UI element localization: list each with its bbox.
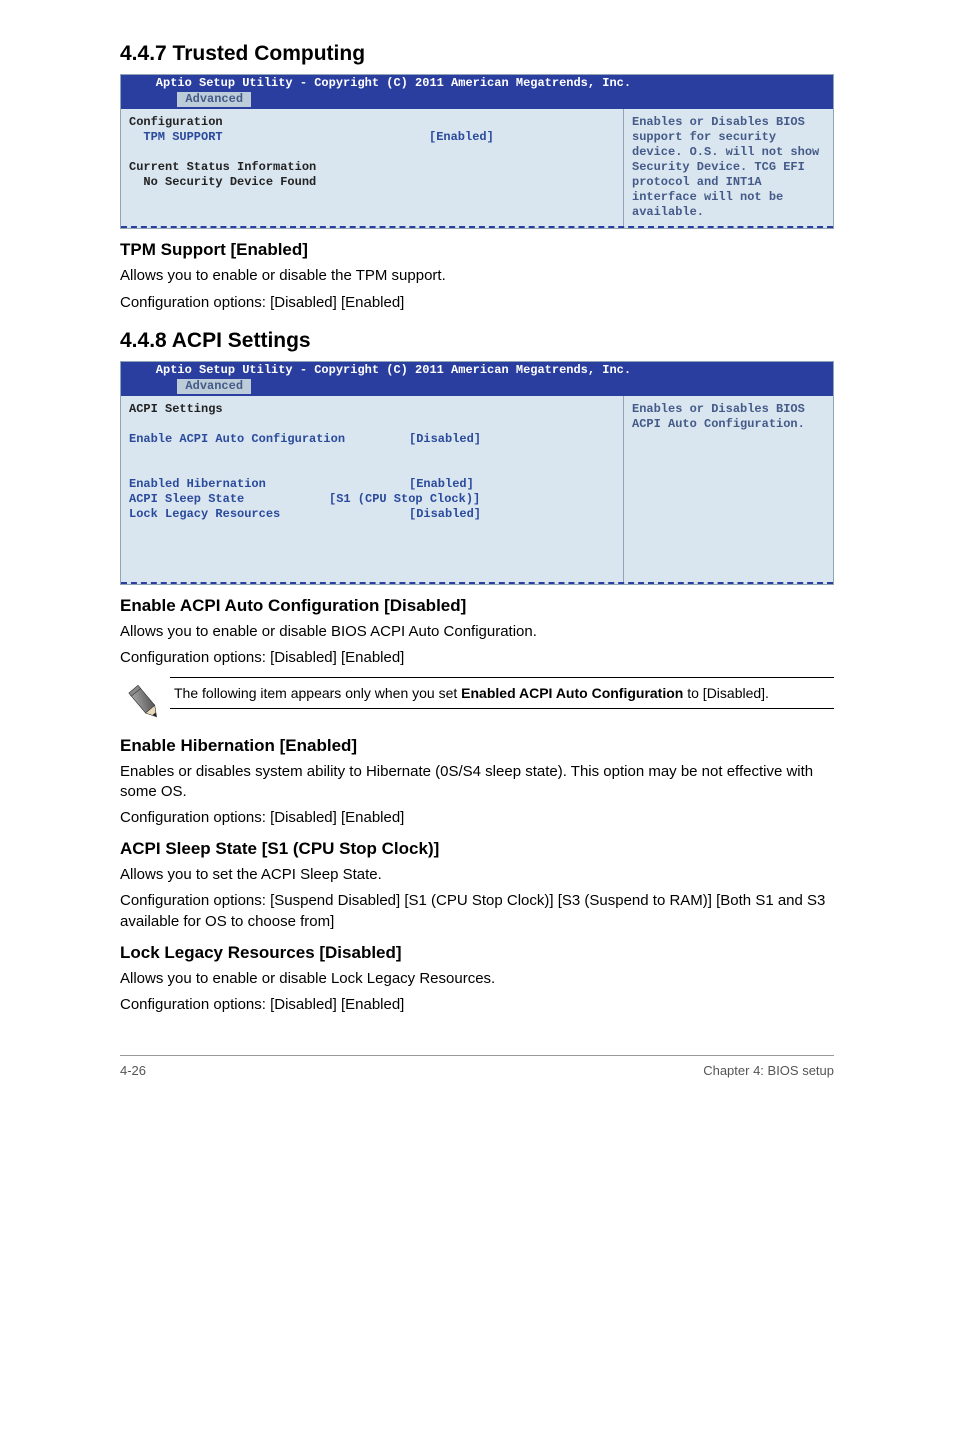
bios-right-panel-b: Enables or Disables BIOS ACPI Auto Confi… — [623, 396, 833, 582]
page-footer: 4-26 Chapter 4: BIOS setup — [120, 1055, 834, 1080]
note-text: The following item appears only when you… — [170, 677, 834, 710]
lock-legacy-desc: Allows you to enable or disable Lock Leg… — [120, 969, 834, 989]
row-enable-auto-value: [Disabled] — [409, 432, 481, 446]
tpm-support-label: TPM SUPPORT[Enabled] — [129, 130, 494, 144]
enable-hibernation-heading: Enable Hibernation [Enabled] — [120, 735, 834, 758]
bios-right-panel: Enables or Disables BIOS support for sec… — [623, 109, 833, 226]
bios-left-panel-b: ACPI Settings Enable ACPI Auto Configura… — [121, 396, 623, 582]
bios-header-line1b: Aptio Setup Utility - Copyright (C) 2011… — [121, 362, 833, 378]
acpi-sleep-heading: ACPI Sleep State [S1 (CPU Stop Clock)] — [120, 838, 834, 861]
footer-chapter: Chapter 4: BIOS setup — [703, 1062, 834, 1080]
bios-divider — [121, 226, 833, 228]
section-448-title: 4.4.8 ACPI Settings — [120, 327, 834, 355]
enable-acpi-desc: Allows you to enable or disable BIOS ACP… — [120, 622, 834, 642]
enable-hibernation-options: Configuration options: [Disabled] [Enabl… — [120, 808, 834, 828]
note-post: to [Disabled]. — [683, 685, 769, 701]
bios-header-line2: Advanced — [121, 91, 833, 109]
row-enable-auto: Enable ACPI Auto Configuration[Disabled] — [129, 432, 481, 446]
bios-screenshot-447: Aptio Setup Utility - Copyright (C) 2011… — [120, 74, 834, 229]
tpm-support-heading: TPM Support [Enabled] — [120, 239, 834, 262]
row-sleep-state-value: [S1 (CPU Stop Clock)] — [329, 492, 480, 506]
section-447-title: 4.4.7 Trusted Computing — [120, 40, 834, 68]
row-hibernation: Enabled Hibernation[Enabled] — [129, 477, 474, 491]
row-hibernation-value: [Enabled] — [409, 477, 474, 491]
note-block: The following item appears only when you… — [120, 677, 834, 723]
note-bold: Enabled ACPI Auto Configuration — [461, 685, 683, 701]
acpi-sleep-options: Configuration options: [Suspend Disabled… — [120, 891, 834, 932]
enable-acpi-options: Configuration options: [Disabled] [Enabl… — [120, 648, 834, 668]
bios-header-line2b: Advanced — [121, 378, 833, 396]
tpm-support-options: Configuration options: [Disabled] [Enabl… — [120, 293, 834, 313]
lock-legacy-options: Configuration options: [Disabled] [Enabl… — [120, 995, 834, 1015]
pencil-icon — [120, 677, 170, 723]
footer-page-number: 4-26 — [120, 1062, 146, 1080]
bios-tab-advanced-b: Advanced — [177, 379, 251, 394]
row-sleep-state: ACPI Sleep State[S1 (CPU Stop Clock)] — [129, 492, 480, 506]
bios-divider-b — [121, 582, 833, 584]
tpm-support-desc: Allows you to enable or disable the TPM … — [120, 266, 834, 286]
row-lock-legacy: Lock Legacy Resources[Disabled] — [129, 507, 481, 521]
bios-screenshot-448: Aptio Setup Utility - Copyright (C) 2011… — [120, 361, 834, 585]
lock-legacy-heading: Lock Legacy Resources [Disabled] — [120, 942, 834, 965]
row-lock-legacy-value: [Disabled] — [409, 507, 481, 521]
acpi-sleep-desc: Allows you to set the ACPI Sleep State. — [120, 865, 834, 885]
status-info-2: No Security Device Found — [129, 175, 316, 189]
bios-left-panel: Configuration TPM SUPPORT[Enabled] Curre… — [121, 109, 623, 226]
enable-acpi-heading: Enable ACPI Auto Configuration [Disabled… — [120, 595, 834, 618]
status-info-1: Current Status Information — [129, 160, 316, 174]
note-pre: The following item appears only when you… — [174, 685, 461, 701]
config-heading: Configuration — [129, 115, 223, 129]
acpi-settings-heading: ACPI Settings — [129, 402, 223, 416]
bios-header-line1: Aptio Setup Utility - Copyright (C) 2011… — [121, 75, 833, 91]
tpm-support-value: [Enabled] — [429, 130, 494, 144]
enable-hibernation-desc: Enables or disables system ability to Hi… — [120, 762, 834, 803]
bios-tab-advanced: Advanced — [177, 92, 251, 107]
